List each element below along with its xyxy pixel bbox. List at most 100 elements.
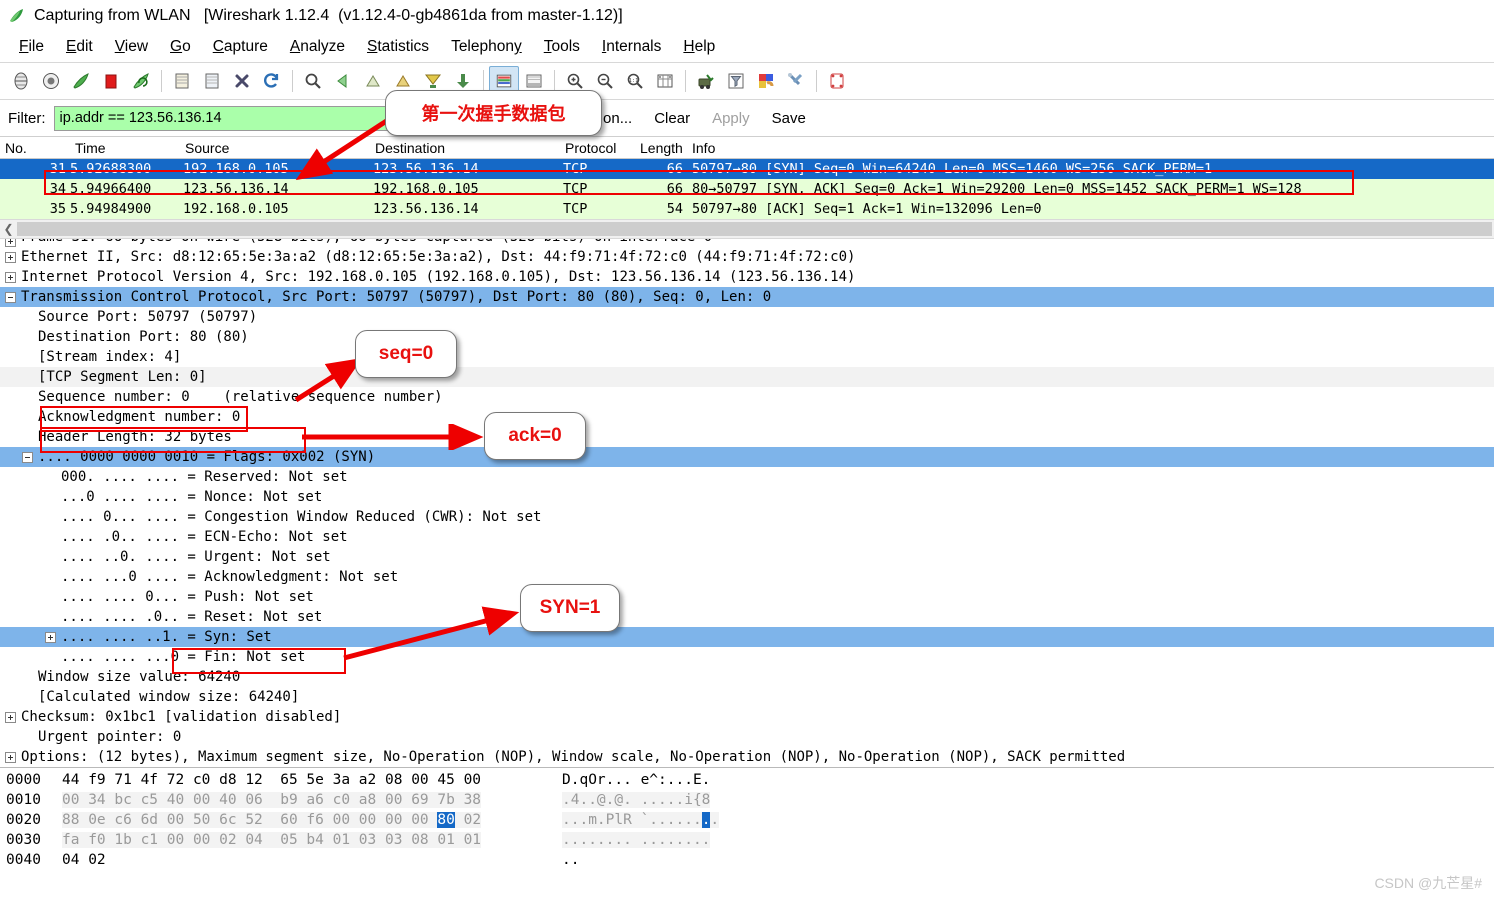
hex-row[interactable]: 0010 00 34 bc c5 40 00 40 06 b9 a6 c0 a8 … bbox=[0, 790, 1494, 810]
menu-go[interactable]: Go bbox=[159, 36, 202, 58]
detail-row[interactable]: .... .... ..1. = Syn: Set bbox=[0, 627, 1494, 647]
collapse-tree-icon[interactable] bbox=[22, 451, 33, 463]
detail-row[interactable]: Internet Protocol Version 4, Src: 192.16… bbox=[0, 267, 1494, 287]
detail-row[interactable]: 000. .... .... = Reserved: Not set bbox=[0, 467, 1494, 487]
hex-row[interactable]: 0020 88 0e c6 6d 00 50 6c 52 60 f6 00 00 … bbox=[0, 810, 1494, 830]
table-row[interactable]: 35 5.94984900 192.168.0.105 123.56.136.1… bbox=[0, 199, 1494, 219]
menu-file[interactable]: File bbox=[8, 36, 55, 58]
detail-row[interactable]: Acknowledgment number: 0 bbox=[0, 407, 1494, 427]
collapse-tree-icon[interactable] bbox=[5, 291, 16, 303]
restart-capture-icon[interactable] bbox=[126, 66, 156, 96]
detail-row[interactable]: [Stream index: 4] bbox=[0, 347, 1494, 367]
menu-help[interactable]: Help bbox=[672, 36, 726, 58]
capture-options-icon[interactable] bbox=[36, 66, 66, 96]
callout-text: 第一次握手数据包 bbox=[421, 104, 566, 124]
open-file-icon[interactable] bbox=[167, 66, 197, 96]
menu-internals[interactable]: Internals bbox=[591, 36, 672, 58]
capture-filters-icon[interactable] bbox=[691, 66, 721, 96]
detail-row[interactable]: Destination Port: 80 (80) bbox=[0, 327, 1494, 347]
scroll-left-icon[interactable]: ❮ bbox=[0, 221, 17, 237]
go-back-icon[interactable] bbox=[328, 66, 358, 96]
table-row[interactable]: 34 5.94966400 123.56.136.14 192.168.0.10… bbox=[0, 179, 1494, 199]
detail-row[interactable]: .... .... .0.. = Reset: Not set bbox=[0, 607, 1494, 627]
help-icon[interactable] bbox=[822, 66, 852, 96]
close-file-icon[interactable] bbox=[227, 66, 257, 96]
scrollbar-thumb[interactable] bbox=[17, 222, 1492, 236]
main-toolbar: 1:1 bbox=[0, 63, 1494, 100]
hex-row[interactable]: 0030 fa f0 1b c1 00 00 02 04 05 b4 01 03 … bbox=[0, 830, 1494, 850]
column-header-no[interactable]: No. bbox=[0, 140, 70, 156]
detail-row[interactable]: Ethernet II, Src: d8:12:65:5e:3a:a2 (d8:… bbox=[0, 247, 1494, 267]
packet-list-horizontal-scrollbar[interactable]: ❮ bbox=[0, 219, 1494, 239]
expand-tree-icon[interactable] bbox=[5, 711, 16, 723]
hex-ascii-pre: .. bbox=[562, 852, 580, 868]
expand-tree-icon[interactable] bbox=[5, 251, 16, 263]
filter-clear-button[interactable]: Clear bbox=[646, 108, 698, 129]
detail-row[interactable]: Sequence number: 0 (relative sequence nu… bbox=[0, 387, 1494, 407]
cell-no: 35 bbox=[49, 201, 66, 217]
cell-protocol: TCP bbox=[563, 161, 588, 177]
detail-row-text: .... 0... .... = Congestion Window Reduc… bbox=[61, 509, 542, 525]
column-header-destination[interactable]: Destination bbox=[370, 140, 560, 156]
column-header-protocol[interactable]: Protocol bbox=[560, 140, 635, 156]
detail-row[interactable]: .... .0.. .... = ECN-Echo: Not set bbox=[0, 527, 1494, 547]
menu-view[interactable]: View bbox=[104, 36, 159, 58]
menu-telephony[interactable]: Telephony bbox=[440, 36, 533, 58]
menu-tools[interactable]: Tools bbox=[533, 36, 591, 58]
hex-bytes-pre: 00 34 bc c5 40 00 40 06 b9 a6 c0 a8 00 6… bbox=[62, 792, 482, 808]
detail-row-text: Source Port: 50797 (50797) bbox=[38, 309, 258, 325]
start-capture-icon[interactable] bbox=[66, 66, 96, 96]
menu-capture[interactable]: Capture bbox=[202, 36, 279, 58]
detail-row[interactable]: .... 0... .... = Congestion Window Reduc… bbox=[0, 507, 1494, 527]
detail-row[interactable]: Transmission Control Protocol, Src Port:… bbox=[0, 287, 1494, 307]
filter-save-button[interactable]: Save bbox=[764, 108, 814, 129]
expand-tree-icon[interactable] bbox=[5, 271, 16, 283]
interfaces-icon[interactable] bbox=[6, 66, 36, 96]
table-row[interactable]: 31 5.92688300 192.168.0.105 123.56.136.1… bbox=[0, 159, 1494, 179]
detail-row[interactable]: .... ...0 .... = Acknowledgment: Not set bbox=[0, 567, 1494, 587]
hex-row[interactable]: 0040 04 02.. bbox=[0, 850, 1494, 870]
detail-row[interactable]: Options: (12 bytes), Maximum segment siz… bbox=[0, 747, 1494, 767]
menu-statistics[interactable]: Statistics bbox=[356, 36, 440, 58]
detail-row[interactable]: .... .... ...0 = Fin: Not set bbox=[0, 647, 1494, 667]
detail-row[interactable]: Checksum: 0x1bc1 [validation disabled] bbox=[0, 707, 1494, 727]
detail-row[interactable]: Window size value: 64240 bbox=[0, 667, 1494, 687]
cell-protocol: TCP bbox=[563, 201, 588, 217]
hex-row[interactable]: 0000 44 f9 71 4f 72 c0 d8 12 65 5e 3a a2 … bbox=[0, 770, 1494, 790]
column-header-source[interactable]: Source bbox=[180, 140, 370, 156]
stop-capture-icon[interactable] bbox=[96, 66, 126, 96]
detail-row[interactable]: Source Port: 50797 (50797) bbox=[0, 307, 1494, 327]
column-header-time[interactable]: Time bbox=[70, 140, 180, 156]
hex-byte-selected: 80 bbox=[437, 812, 455, 828]
expand-tree-icon[interactable] bbox=[45, 631, 56, 643]
display-filters-icon[interactable] bbox=[721, 66, 751, 96]
filter-apply-button[interactable]: Apply bbox=[704, 108, 758, 129]
detail-row[interactable]: Urgent pointer: 0 bbox=[0, 727, 1494, 747]
detail-row[interactable]: ...0 .... .... = Nonce: Not set bbox=[0, 487, 1494, 507]
detail-row[interactable]: Frame 31: 66 bytes on wire (528 bits), 6… bbox=[0, 239, 1494, 247]
detail-row[interactable]: Header Length: 32 bytes bbox=[0, 427, 1494, 447]
go-forward-icon[interactable] bbox=[358, 66, 388, 96]
detail-row[interactable]: .... .... 0... = Push: Not set bbox=[0, 587, 1494, 607]
menu-edit[interactable]: Edit bbox=[55, 36, 104, 58]
expand-tree-icon[interactable] bbox=[5, 239, 16, 247]
zoom-reset-icon[interactable]: 1:1 bbox=[620, 66, 650, 96]
cell-no: 31 bbox=[49, 161, 66, 177]
column-header-info[interactable]: Info bbox=[687, 140, 715, 156]
detail-row[interactable]: [Calculated window size: 64240] bbox=[0, 687, 1494, 707]
column-header-length[interactable]: Length bbox=[635, 140, 687, 156]
expand-tree-icon[interactable] bbox=[5, 751, 16, 763]
reload-icon[interactable] bbox=[257, 66, 287, 96]
cell-info: 50797→80 [ACK] Seq=1 Ack=1 Win=132096 Le… bbox=[692, 201, 1042, 217]
resize-columns-icon[interactable] bbox=[650, 66, 680, 96]
menu-analyze[interactable]: Analyze bbox=[279, 36, 356, 58]
coloring-rules-icon[interactable] bbox=[751, 66, 781, 96]
hex-ascii: .4..@.@. .....i{8 bbox=[562, 790, 711, 810]
hex-bytes-pre: 44 f9 71 4f 72 c0 d8 12 65 5e 3a a2 08 0… bbox=[62, 772, 482, 788]
detail-row[interactable]: .... 0000 0000 0010 = Flags: 0x002 (SYN) bbox=[0, 447, 1494, 467]
save-file-icon[interactable] bbox=[197, 66, 227, 96]
detail-row[interactable]: .... ..0. .... = Urgent: Not set bbox=[0, 547, 1494, 567]
preferences-icon[interactable] bbox=[781, 66, 811, 96]
find-packet-icon[interactable] bbox=[298, 66, 328, 96]
detail-row[interactable]: [TCP Segment Len: 0] bbox=[0, 367, 1494, 387]
